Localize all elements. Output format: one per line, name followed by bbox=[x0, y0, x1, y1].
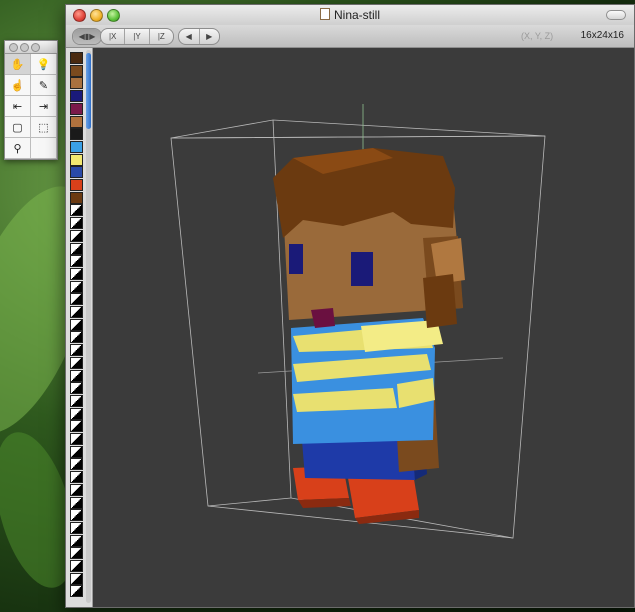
empty-color-swatch[interactable] bbox=[70, 509, 83, 522]
pencil-icon[interactable]: ✎ bbox=[31, 75, 57, 96]
palette-scroll-thumb[interactable] bbox=[86, 53, 91, 129]
move-right-icon[interactable]: ⇥ bbox=[31, 96, 57, 117]
empty-color-swatch[interactable] bbox=[70, 560, 83, 572]
color-swatch[interactable] bbox=[70, 153, 83, 166]
hand-icon[interactable]: ✋ bbox=[5, 54, 31, 75]
eyedropper-icon[interactable]: ⚲ bbox=[5, 138, 31, 159]
empty-color-swatch[interactable] bbox=[70, 229, 83, 242]
empty-color-swatch[interactable] bbox=[70, 420, 83, 433]
empty-color-swatch[interactable] bbox=[70, 547, 83, 560]
empty-color-swatch[interactable] bbox=[70, 204, 83, 217]
empty-color-swatch[interactable] bbox=[70, 534, 83, 547]
palette-close-button[interactable] bbox=[9, 43, 18, 52]
empty-color-swatch[interactable] bbox=[70, 382, 83, 395]
toolbar-toggle-button[interactable] bbox=[606, 10, 626, 20]
empty-color-swatch[interactable] bbox=[70, 217, 83, 230]
view-toggle[interactable]: ◀▮▶ bbox=[72, 28, 102, 45]
axis-buttons: |X |Y |Z bbox=[100, 28, 174, 45]
color-swatch[interactable] bbox=[70, 166, 83, 179]
palette-scrollbar[interactable] bbox=[86, 50, 91, 603]
window-title-area: Nina-still bbox=[66, 8, 634, 22]
empty-color-swatch[interactable] bbox=[70, 572, 83, 585]
forward-button[interactable]: ▶ bbox=[200, 29, 220, 44]
empty-color-swatch[interactable] bbox=[70, 433, 83, 445]
color-swatch[interactable] bbox=[70, 179, 83, 191]
empty-color-swatch[interactable] bbox=[70, 280, 83, 293]
empty-color-swatch[interactable] bbox=[70, 483, 83, 496]
main-window: Nina-still ◀▮▶ |X |Y |Z ◀ ▶ (X, Y, Z) 16… bbox=[65, 4, 635, 608]
empty-tool-slot bbox=[31, 138, 57, 159]
bulb-icon[interactable]: 💡 bbox=[31, 54, 57, 75]
document-icon bbox=[319, 8, 330, 20]
slider-icon[interactable]: ◀▮▶ bbox=[73, 29, 101, 44]
palette-minimize-button[interactable] bbox=[20, 43, 29, 52]
empty-color-swatch[interactable] bbox=[70, 521, 83, 534]
finger-icon[interactable]: ☝ bbox=[5, 75, 31, 96]
empty-color-swatch[interactable] bbox=[70, 306, 83, 318]
empty-color-swatch[interactable] bbox=[70, 255, 83, 268]
color-swatch[interactable] bbox=[70, 64, 83, 77]
color-swatch[interactable] bbox=[70, 140, 83, 153]
empty-color-swatch[interactable] bbox=[70, 267, 83, 280]
voxel-character bbox=[273, 148, 465, 524]
mouth bbox=[311, 308, 335, 328]
empty-color-swatch[interactable] bbox=[70, 369, 83, 382]
empty-color-swatch[interactable] bbox=[70, 407, 83, 420]
coordinate-readout: (X, Y, Z) bbox=[521, 31, 554, 41]
window-title: Nina-still bbox=[333, 8, 380, 22]
color-swatch[interactable] bbox=[70, 115, 83, 128]
voxel-scene[interactable] bbox=[93, 48, 633, 606]
select-box-icon[interactable]: ▢ bbox=[5, 117, 31, 138]
empty-color-swatch[interactable] bbox=[70, 585, 83, 598]
empty-color-swatch[interactable] bbox=[70, 344, 83, 357]
color-palette-strip bbox=[66, 48, 93, 607]
nav-buttons: ◀ ▶ bbox=[178, 28, 220, 45]
voxel-viewport[interactable] bbox=[93, 48, 634, 607]
empty-color-swatch[interactable] bbox=[70, 458, 83, 471]
empty-color-swatch[interactable] bbox=[70, 318, 83, 331]
right-eye bbox=[351, 252, 373, 286]
empty-color-swatch[interactable] bbox=[70, 471, 83, 484]
axis-x-button[interactable]: |X bbox=[101, 29, 126, 44]
move-left-icon[interactable]: ⇤ bbox=[5, 96, 31, 117]
color-swatch[interactable] bbox=[70, 191, 83, 204]
empty-color-swatch[interactable] bbox=[70, 394, 83, 407]
empty-color-swatch[interactable] bbox=[70, 331, 83, 344]
back-button[interactable]: ◀ bbox=[179, 29, 200, 44]
palette-zoom-button[interactable] bbox=[31, 43, 40, 52]
model-dimensions: 16x24x16 bbox=[580, 30, 624, 41]
window-titlebar[interactable]: Nina-still bbox=[66, 5, 634, 26]
select-dotted-icon[interactable]: ⬚ bbox=[31, 117, 57, 138]
empty-color-swatch[interactable] bbox=[70, 242, 83, 255]
color-swatch[interactable] bbox=[70, 90, 83, 103]
empty-color-swatch[interactable] bbox=[70, 356, 83, 369]
toolbar: ◀▮▶ |X |Y |Z ◀ ▶ (X, Y, Z) 16x24x16 bbox=[66, 25, 634, 48]
left-eye bbox=[289, 244, 303, 274]
empty-color-swatch[interactable] bbox=[70, 293, 83, 306]
tool-palette: ✋ 💡 ☝ ✎ ⇤ ⇥ ▢ ⬚ ⚲ bbox=[4, 40, 58, 160]
palette-titlebar[interactable] bbox=[5, 41, 57, 54]
color-swatch[interactable] bbox=[70, 102, 83, 115]
axis-z-button[interactable]: |Z bbox=[150, 29, 173, 44]
axis-y-button[interactable]: |Y bbox=[125, 29, 150, 44]
color-swatch[interactable] bbox=[70, 77, 83, 90]
color-swatch[interactable] bbox=[70, 52, 83, 64]
color-swatch[interactable] bbox=[70, 128, 83, 141]
empty-color-swatch[interactable] bbox=[70, 496, 83, 509]
empty-color-swatch[interactable] bbox=[70, 445, 83, 458]
